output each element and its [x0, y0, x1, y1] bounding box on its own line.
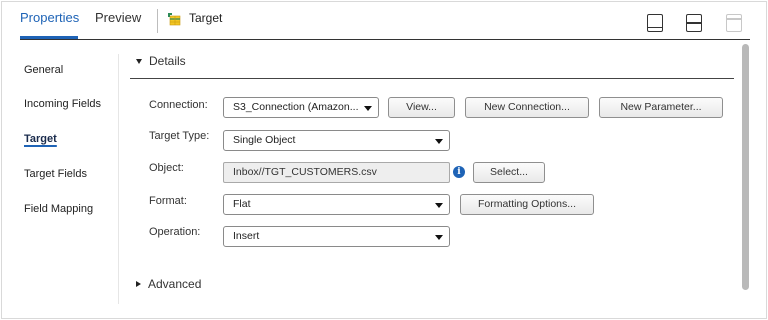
details-section-toggle[interactable]: Details	[136, 54, 186, 68]
operation-select[interactable]: Insert	[223, 226, 450, 247]
connection-select[interactable]: S3_Connection (Amazon...	[223, 97, 379, 118]
tab-properties[interactable]: Properties	[20, 10, 79, 25]
new-connection-button[interactable]: New Connection...	[465, 97, 589, 118]
target-type-label: Target Type:	[149, 130, 210, 142]
panel-split-icon[interactable]	[686, 14, 702, 32]
properties-panel: Properties Preview Target General Incomi…	[1, 1, 767, 319]
details-section-rule	[130, 78, 734, 79]
chevron-down-icon	[435, 235, 443, 240]
sidebar-item-incoming-fields[interactable]: Incoming Fields	[24, 98, 101, 110]
connection-label: Connection:	[149, 99, 208, 111]
header-rule	[20, 39, 750, 40]
format-select[interactable]: Flat	[223, 194, 450, 215]
new-parameter-button[interactable]: New Parameter...	[599, 97, 723, 118]
chevron-down-icon	[435, 139, 443, 144]
nav-divider	[118, 54, 119, 304]
connection-value: S3_Connection (Amazon...	[233, 101, 359, 113]
panel-bottom-icon[interactable]	[647, 14, 663, 32]
panel-top-icon[interactable]	[726, 14, 742, 32]
vertical-scrollbar[interactable]	[742, 44, 749, 290]
view-connection-button[interactable]: View...	[388, 97, 455, 118]
chevron-down-icon	[435, 203, 443, 208]
advanced-section-toggle[interactable]: Advanced	[136, 277, 201, 291]
formatting-options-button[interactable]: Formatting Options...	[460, 194, 594, 215]
sidebar-item-field-mapping[interactable]: Field Mapping	[24, 203, 93, 215]
details-section-label: Details	[149, 54, 186, 68]
caret-down-icon	[136, 58, 142, 64]
target-type-value: Single Object	[233, 134, 296, 146]
object-field: Inbox//TGT_CUSTOMERS.csv	[223, 162, 450, 183]
operation-label: Operation:	[149, 226, 201, 238]
format-value: Flat	[233, 198, 251, 210]
sidebar-item-target[interactable]: Target	[24, 133, 57, 145]
caret-right-icon	[136, 281, 141, 287]
info-icon[interactable]: i	[453, 166, 465, 178]
target-type-select[interactable]: Single Object	[223, 130, 450, 151]
sidebar-item-target-fields[interactable]: Target Fields	[24, 168, 87, 180]
sidebar-item-general[interactable]: General	[24, 64, 63, 76]
panel-header: Properties Preview Target	[2, 2, 768, 40]
format-label: Format:	[149, 195, 187, 207]
header-divider	[157, 9, 158, 33]
advanced-section-label: Advanced	[148, 277, 202, 291]
select-object-button[interactable]: Select...	[473, 162, 545, 183]
chevron-down-icon	[364, 106, 372, 111]
table-target-icon	[168, 13, 181, 26]
operation-value: Insert	[233, 230, 260, 242]
object-label: Object:	[149, 162, 184, 174]
tab-preview[interactable]: Preview	[95, 10, 141, 25]
object-title: Target	[189, 11, 223, 25]
